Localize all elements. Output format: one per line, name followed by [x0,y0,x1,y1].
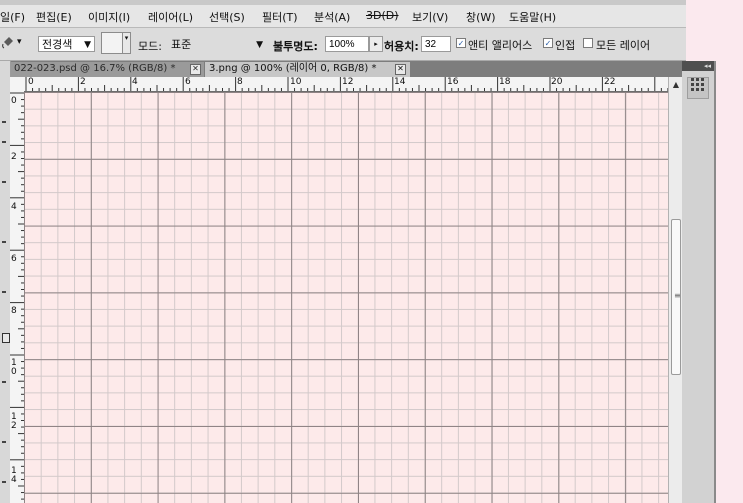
menu-help[interactable]: 도움말(H) [509,9,556,25]
contiguous-label: 인접 [555,39,576,52]
ruler-label: 8 [11,306,17,316]
tab-label: 022-023.psd @ 16.7% (RGB/8) * [14,63,176,74]
menu-analysis[interactable]: 분석(A) [314,9,350,25]
tolerance-label: 허용치: [384,40,419,53]
menu-filter[interactable]: 필터(T) [262,9,298,25]
all-layers-checkbox[interactable] [583,38,593,48]
ruler-label: 2 [11,152,17,162]
ruler-label: 12 [342,77,354,87]
ruler-label: 14 [394,77,406,87]
antialias-checkbox[interactable]: ✓ [456,38,466,48]
pattern-picker-arrow[interactable]: ▾ [123,32,131,54]
dock-collapse-button[interactable]: ◂◂ [682,61,714,71]
tool-marker [2,381,6,383]
scroll-up-arrow-icon[interactable]: ▲ [669,79,683,91]
tool-marker [2,121,6,123]
opacity-label: 불투명도: [273,40,318,53]
ruler-label: 4 [132,77,138,87]
menu-file[interactable]: 일(F) [0,9,25,25]
ruler-label: 16 [447,77,459,87]
opacity-slider-toggle[interactable]: ▸ [369,36,383,52]
fill-source-value: 전경색 [42,38,73,51]
title-strip [0,0,686,5]
close-icon[interactable]: ✕ [190,64,201,75]
horizontal-ruler: 0 2 4 6 8 10 12 14 16 18 20 22 [10,77,668,92]
chevron-down-icon: ▼ [84,40,91,50]
ruler-label: 10 [290,77,302,87]
mode-dropdown[interactable]: 표준 ▼ [167,36,267,52]
scrollbar-thumb[interactable]: ≡ [671,219,681,375]
menu-view[interactable]: 보기(V) [412,9,448,25]
menu-image[interactable]: 이미지(I) [88,9,130,25]
dock-edge [714,61,716,503]
opacity-input[interactable] [325,36,369,52]
ruler-label: 6 [185,77,191,87]
menu-edit[interactable]: 편집(E) [36,9,72,25]
ruler-label: 6 [11,254,17,264]
vertical-scrollbar[interactable]: ▲ ≡ [668,77,683,503]
all-layers-label: 모든 레이어 [596,39,651,52]
document-tab-bar: 022-023.psd @ 16.7% (RGB/8) * ✕ 3.png @ … [0,61,686,77]
document-canvas[interactable] [24,92,668,503]
vertical-ruler: 0 2 4 6 8 1 0 1 2 1 4 [10,91,25,503]
tool-marker [2,333,10,343]
ruler-label: 1 2 [11,412,17,431]
ruler-label: 2 [80,77,86,87]
menu-select[interactable]: 선택(S) [209,9,245,25]
ruler-label: 0 [11,96,17,106]
tool-marker [2,241,6,243]
fill-source-dropdown[interactable]: 전경색 ▼ [38,36,95,52]
chevron-down-icon: ▼ [256,40,263,50]
horizontal-ruler-ticks [25,77,668,91]
panel-dock: ◂◂ [682,61,714,503]
contiguous-checkbox[interactable]: ✓ [543,38,553,48]
tolerance-input[interactable] [421,36,451,52]
menu-window[interactable]: 창(W) [466,9,496,25]
ruler-label: 18 [499,77,511,87]
ruler-label: 22 [604,77,616,87]
pattern-swatch[interactable] [101,32,123,54]
ruler-label: 0 [28,77,34,87]
tab-label: 3.png @ 100% (레이어 0, RGB/8) * [209,63,377,74]
ruler-label: 4 [11,202,17,212]
antialias-label: 앤티 앨리어스 [468,39,533,52]
mode-label: 모드: [138,40,162,53]
menu-bar: 일(F) 편집(E) 이미지(I) 레이어(L) 선택(S) 필터(T) 분석(… [0,0,686,28]
ruler-label: 1 0 [11,358,17,377]
paint-bucket-icon[interactable] [2,36,14,50]
dock-panel [682,71,714,503]
tool-marker [2,291,6,293]
mode-value: 표준 [171,38,192,51]
tool-marker [2,441,6,443]
tab-document-1[interactable]: 022-023.psd @ 16.7% (RGB/8) * ✕ [10,62,204,77]
ruler-label: 8 [237,77,243,87]
options-bar: ▾ 전경색 ▼ ▾ 모드: 표준 ▼ 불투명도: ▸ 허용치: ✓ 앤티 앨리어… [0,28,686,61]
tool-marker [2,481,6,483]
ruler-label: 1 4 [11,466,17,485]
menu-3d[interactable]: 3D(D) [366,9,399,22]
close-icon[interactable]: ✕ [395,64,406,75]
tool-marker [2,181,6,183]
ruler-label: 20 [551,77,563,87]
tool-preset-arrow[interactable]: ▾ [17,37,22,47]
tab-document-2[interactable]: 3.png @ 100% (레이어 0, RGB/8) * ✕ [205,62,410,77]
grid-icon[interactable] [687,77,709,99]
grip-icon: ≡ [674,291,681,300]
menu-layer[interactable]: 레이어(L) [148,9,193,25]
tool-marker [2,141,6,143]
